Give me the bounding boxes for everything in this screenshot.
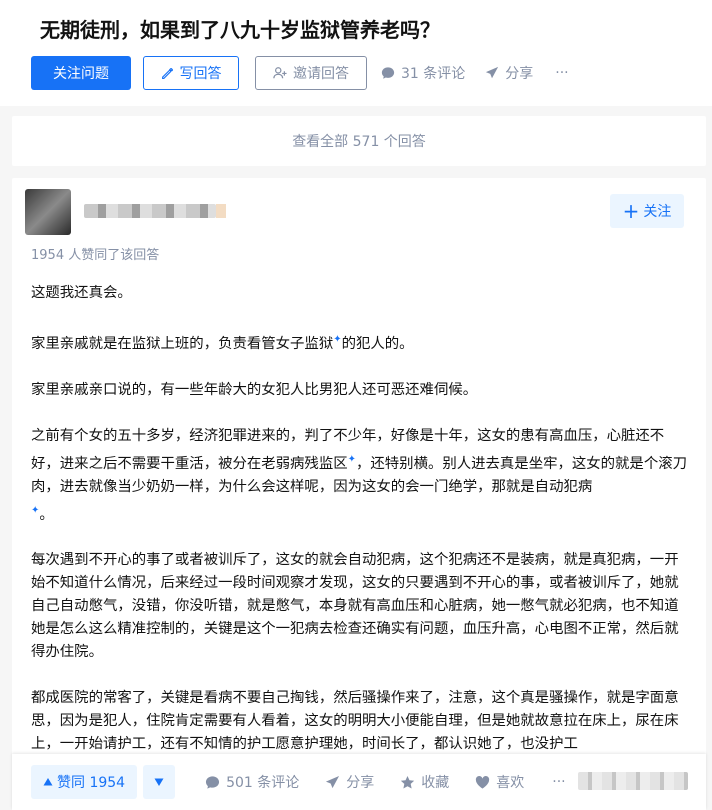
paragraph: 之前有个女的五十多岁，经济犯罪进来的，判了不少年，好像是十年，这女的患有高血压，…	[31, 427, 687, 523]
question-actions: 关注问题 写回答 邀请回答 31 条评论 分享 ···	[31, 56, 569, 90]
like-button[interactable]: 喜欢	[475, 772, 524, 792]
upvote-button[interactable]: 赞同 1954	[31, 765, 138, 799]
share-icon	[326, 775, 340, 788]
paragraph: 家里亲戚就是在监狱上班的，负责看管女子监狱✦的犯人的。	[31, 334, 414, 352]
like-label: 喜欢	[496, 775, 525, 791]
answer-content: 这题我还真会。 家里亲戚就是在监狱上班的，负责看管女子监狱✦的犯人的。 家里亲戚…	[31, 282, 687, 779]
follow-question-button[interactable]: 关注问题	[31, 56, 131, 90]
triangle-down-icon	[154, 778, 164, 786]
answer-comments-label: 501 条评论	[226, 775, 300, 791]
upvote-count-line: 1954 人赞同了该回答	[31, 248, 160, 263]
follow-author-label: 关注	[643, 204, 672, 220]
paragraph: 每次遇到不开心的事了或者被训斥了，这女的就会自动犯病，这个犯病还不是装病，就是真…	[31, 552, 679, 661]
follow-author-button[interactable]: + 关注	[610, 194, 684, 228]
heart-icon	[476, 775, 490, 789]
watermark	[578, 772, 688, 790]
triangle-up-icon	[43, 778, 53, 786]
answer-share-button[interactable]: 分享	[325, 772, 374, 792]
avatar[interactable]	[25, 189, 71, 235]
answer-share-label: 分享	[346, 775, 375, 791]
question-title: 无期徒刑，如果到了八九十岁监狱管养老吗？	[40, 18, 440, 42]
question-header: 无期徒刑，如果到了八九十岁监狱管养老吗？ 关注问题 写回答 邀请回答 31 条评…	[0, 0, 712, 106]
favorite-label: 收藏	[421, 775, 450, 791]
upvote-label: 赞同 1954	[57, 775, 126, 791]
link-spark-icon[interactable]: ✦	[348, 454, 356, 465]
question-comments-button[interactable]: 31 条评论	[381, 63, 465, 83]
downvote-button[interactable]	[143, 765, 176, 799]
star-icon	[401, 775, 415, 788]
plus-icon: +	[622, 199, 640, 223]
answer-action-bar: 赞同 1954 501 条评论 分享 收藏 喜欢 ···	[12, 754, 706, 810]
comment-icon	[206, 775, 220, 789]
link-spark-icon[interactable]: ✦	[333, 334, 341, 345]
favorite-button[interactable]: 收藏	[400, 772, 449, 792]
answer-more-button[interactable]: ···	[552, 774, 565, 790]
invite-user-icon	[273, 67, 287, 79]
answer-comments-button[interactable]: 501 条评论	[205, 772, 299, 792]
write-answer-button[interactable]: 写回答	[143, 56, 239, 90]
answer-card: + 关注 1954 人赞同了该回答 这题我还真会。 家里亲戚就是在监狱上班的，负…	[12, 178, 706, 810]
view-all-answers-link[interactable]: 查看全部 571 个回答	[12, 116, 706, 166]
question-share-label: 分享	[505, 66, 534, 82]
question-more-button[interactable]: ···	[555, 65, 568, 81]
author-name[interactable]	[84, 204, 226, 218]
pencil-icon	[161, 67, 173, 79]
comment-icon	[381, 67, 395, 79]
invite-answer-button[interactable]: 邀请回答	[255, 56, 367, 90]
invite-answer-label: 邀请回答	[293, 66, 349, 82]
paragraph: 这题我还真会。	[31, 285, 132, 301]
share-icon	[486, 66, 499, 79]
paragraph: 家里亲戚亲口说的，有一些年龄大的女犯人比男犯人还可恶还难伺候。	[31, 381, 478, 398]
question-share-button[interactable]: 分享	[485, 63, 533, 83]
question-comments-label: 31 条评论	[401, 66, 466, 82]
write-answer-label: 写回答	[179, 66, 222, 82]
paragraph: 都成医院的常客了，关键是看病不要自己掏钱，然后骚操作来了，注意，这个真是骚操作，…	[31, 690, 679, 753]
